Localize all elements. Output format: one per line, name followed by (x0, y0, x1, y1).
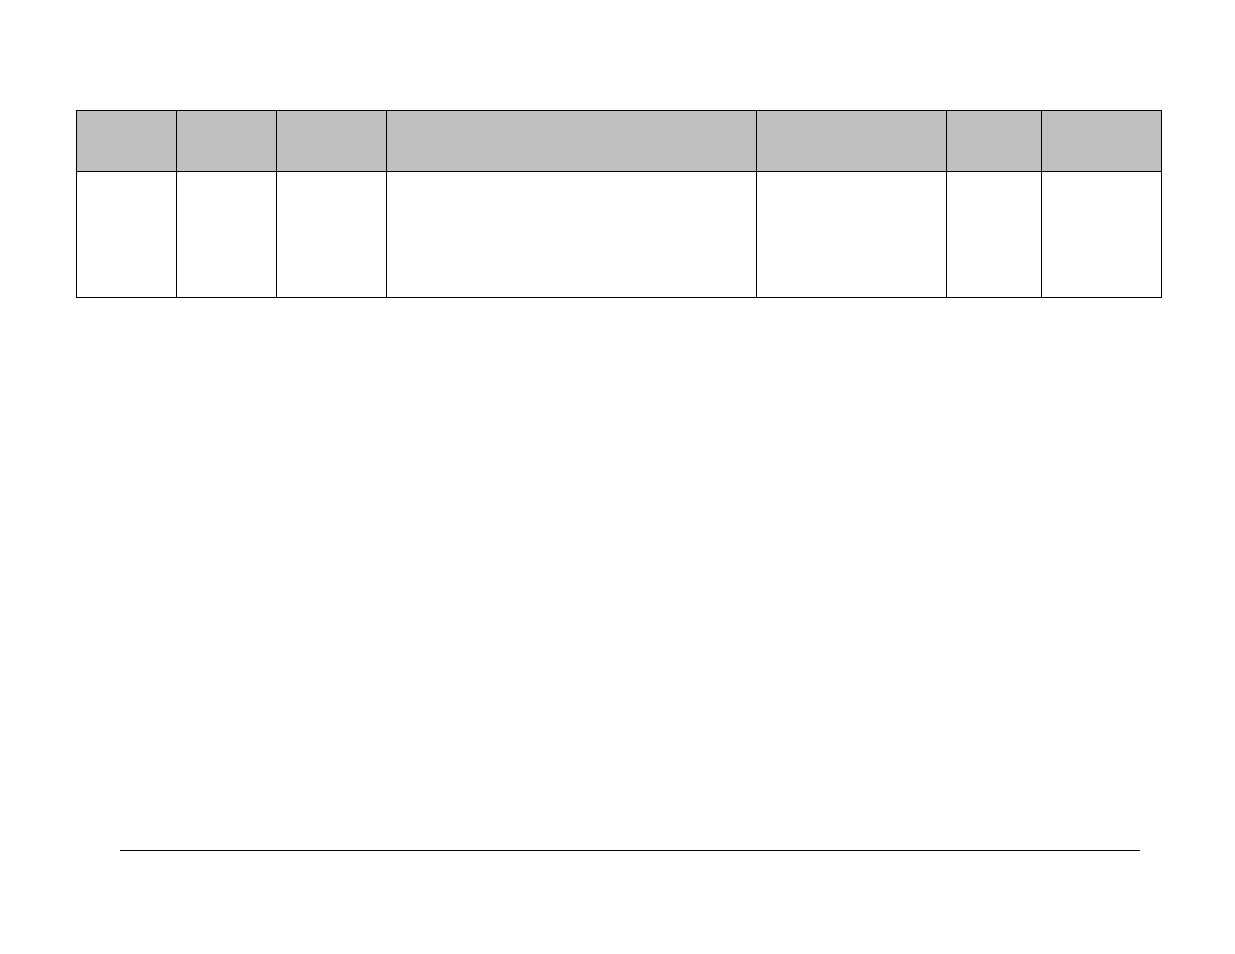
document-page (0, 0, 1235, 954)
table-cell (77, 172, 177, 298)
table-row (77, 172, 1162, 298)
table-cell (177, 172, 277, 298)
table-header-row (77, 111, 1162, 172)
data-table-container (76, 110, 1161, 298)
table-cell (1042, 172, 1162, 298)
table-cell (947, 172, 1042, 298)
footer-rule (120, 850, 1140, 851)
table-header-cell (277, 111, 387, 172)
table-header-cell (177, 111, 277, 172)
table-cell (277, 172, 387, 298)
table-header-cell (947, 111, 1042, 172)
data-table (76, 110, 1162, 298)
table-header-cell (77, 111, 177, 172)
table-cell (387, 172, 757, 298)
table-header-cell (387, 111, 757, 172)
table-cell (757, 172, 947, 298)
table-header-cell (757, 111, 947, 172)
table-header-cell (1042, 111, 1162, 172)
